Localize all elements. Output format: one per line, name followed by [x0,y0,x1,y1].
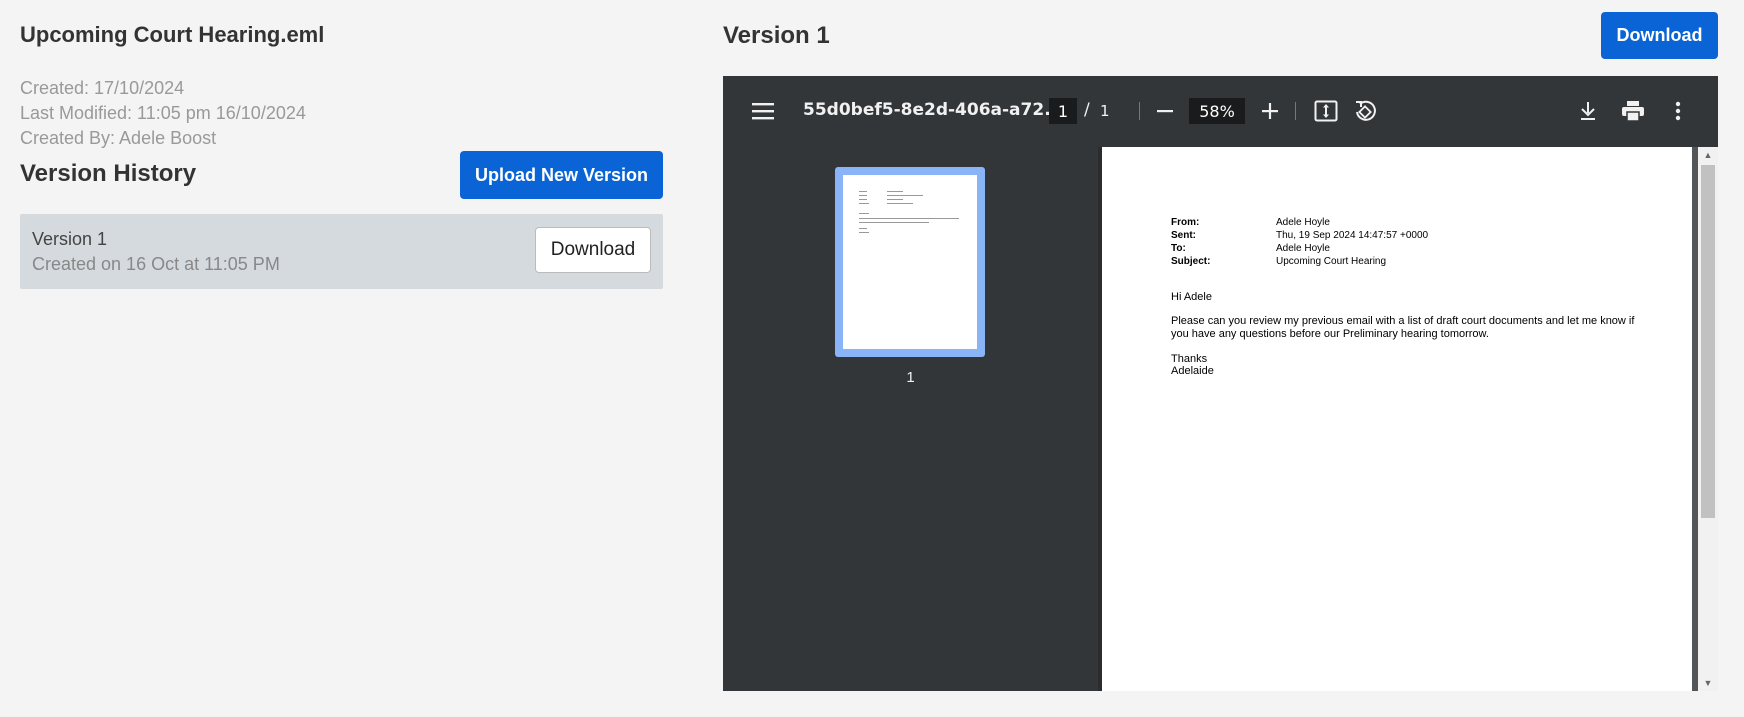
thumbnail-sidebar: 1 [723,147,1098,691]
page-number-input[interactable]: 1 [1049,98,1077,124]
scroll-up-arrow-icon[interactable]: ▲ [1698,147,1718,163]
thumbnail-page-preview [843,175,977,349]
document-name: 55d0bef5-8e2d-406a-a72... [803,100,1064,120]
email-greeting: Hi Adele [1171,291,1212,303]
preview-title: Version 1 [723,22,830,49]
email-body-line: Please can you review my previous email … [1171,315,1635,327]
zoom-in-icon[interactable] [1255,96,1285,126]
version-name: Version 1 [32,229,108,249]
page-separator: / [1084,100,1090,120]
pdf-viewer: 55d0bef5-8e2d-406a-a72... 1 / 1 58% 1 Fr… [723,76,1718,691]
upload-new-version-button[interactable]: Upload New Version [460,151,663,199]
download-button[interactable]: Download [1601,12,1718,59]
from-label: From: [1171,217,1200,228]
email-subject-row: Subject: Upcoming Court Hearing [1171,256,1386,267]
page-total: 1 [1100,102,1110,120]
scrollbar-thumb[interactable] [1701,165,1715,518]
subject-label: Subject: [1171,256,1211,267]
created-date: Created: 17/10/2024 [20,78,185,98]
last-modified: Last Modified: 11:05 pm 16/10/2024 [20,103,306,123]
sent-label: Sent: [1171,230,1196,241]
version-download-button[interactable]: Download [535,227,651,273]
version-date: Created on 16 Oct at 11:05 PM [32,254,280,274]
toolbar-divider [1295,102,1296,120]
fit-page-icon[interactable] [1311,96,1341,126]
toolbar-divider [1139,102,1140,120]
email-sent-row: Sent: Thu, 19 Sep 2024 14:47:57 +0000 [1171,230,1428,241]
print-icon[interactable] [1618,96,1648,126]
to-label: To: [1171,243,1186,254]
scrollbar[interactable]: ▲ ▼ [1698,147,1718,691]
rotate-icon[interactable] [1350,96,1380,126]
pdf-toolbar: 55d0bef5-8e2d-406a-a72... 1 / 1 58% [723,76,1718,147]
version-history-title: Version History [20,160,197,187]
to-value: Adele Hoyle [1276,243,1330,254]
from-value: Adele Hoyle [1276,217,1330,228]
page-area: From: Adele Hoyle Sent: Thu, 19 Sep 2024 1… [1102,147,1718,691]
scroll-down-arrow-icon[interactable]: ▼ [1698,675,1718,691]
sent-value: Thu, 19 Sep 2024 14:47:57 +0000 [1276,230,1429,241]
download-icon[interactable] [1573,96,1603,126]
more-icon[interactable] [1663,96,1693,126]
email-to-row: To: Adele Hoyle [1171,243,1330,254]
page-thumbnail[interactable] [835,167,985,357]
zoom-out-icon[interactable] [1150,96,1180,126]
email-signoff: Thanks [1171,353,1208,365]
email-body-line: you have any questions before our Prelim… [1171,328,1489,340]
created-by: Created By: Adele Boost [20,128,217,148]
pdf-page: From: Adele Hoyle Sent: Thu, 19 Sep 2024 1… [1102,147,1692,691]
file-title: Upcoming Court Hearing.eml [20,22,325,47]
thumbnail-page-number: 1 [906,369,915,386]
email-from-row: From: Adele Hoyle [1171,217,1330,228]
email-signature: Adelaide [1171,365,1214,377]
zoom-input[interactable]: 58% [1189,98,1245,124]
subject-value: Upcoming Court Hearing [1276,256,1387,267]
menu-icon[interactable] [748,96,778,126]
version-row[interactable]: Version 1 Created on 16 Oct at 11:05 PM … [20,214,663,289]
